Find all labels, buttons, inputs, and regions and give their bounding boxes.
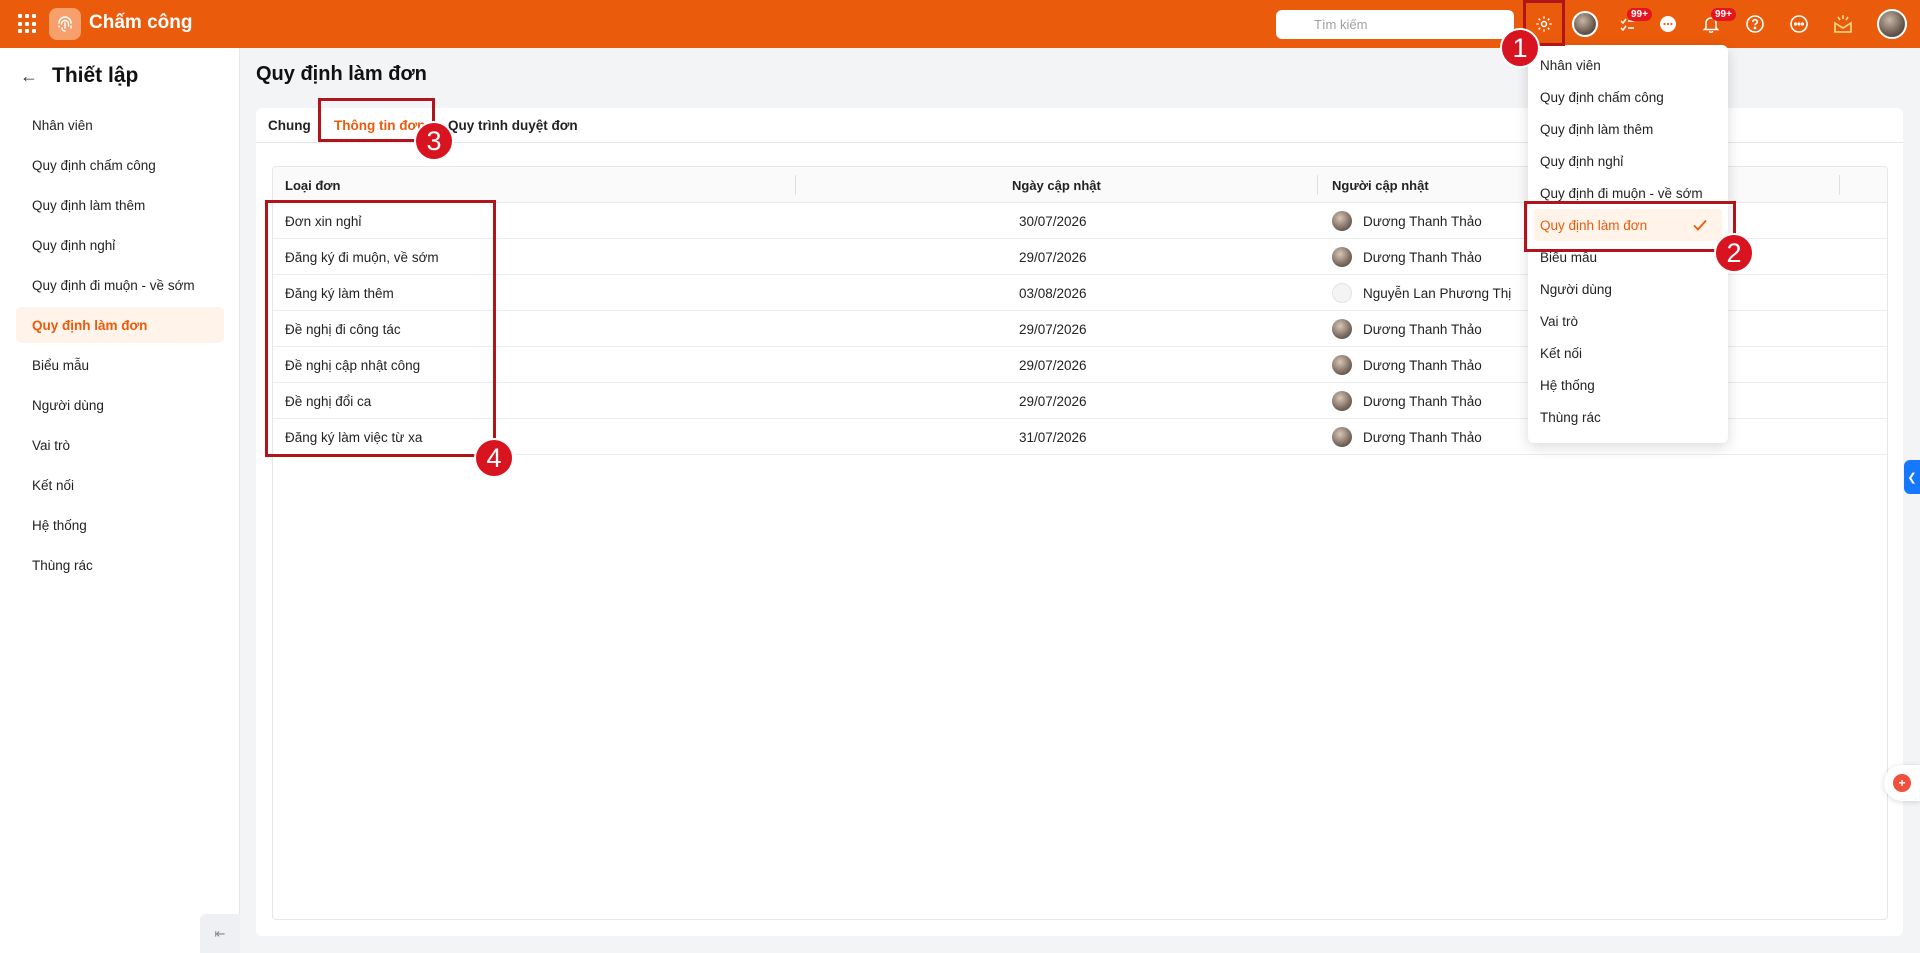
search-icon [1288,17,1302,34]
column-divider [795,175,796,195]
cell-nguoi-cap-nhat: Dương Thanh Thảo [1363,250,1482,265]
menu-item-nhan-vien[interactable]: Nhân viên [1528,49,1728,81]
cell-nguoi-cap-nhat: Dương Thanh Thảo [1363,394,1482,409]
menu-item-quy-dinh-nghi[interactable]: Quy định nghỉ [1528,145,1728,177]
cell-nguoi-cap-nhat: Dương Thanh Thảo [1363,430,1482,445]
cell-ngay-cap-nhat: 29/07/2026 [1019,250,1087,265]
annotation-number-2: 2 [1714,233,1754,273]
settings-sidebar: ← Thiết lập Nhân viên Quy định chấm công… [0,48,240,953]
chat-icon[interactable] [1654,10,1682,38]
cell-ngay-cap-nhat: 31/07/2026 [1019,430,1087,445]
apps-grid-icon[interactable] [18,14,38,34]
profile-avatar[interactable] [1877,9,1907,39]
sidebar-item-thung-rac[interactable]: Thùng rác [16,547,224,583]
app-title[interactable]: Chấm công [89,12,192,34]
tasks-badge: 99+ [1627,8,1652,21]
menu-item-thung-rac[interactable]: Thùng rác [1528,401,1728,433]
menu-item-quy-dinh-cham-cong[interactable]: Quy định chấm công [1528,81,1728,113]
menu-item-ket-noi[interactable]: Kết nối [1528,337,1728,369]
annotation-number-1: 1 [1500,28,1540,68]
sidebar-item-quy-dinh-nghi[interactable]: Quy định nghỉ [16,227,224,263]
app-logo-fingerprint-icon[interactable] [49,8,81,40]
expand-panel-chevron-icon[interactable]: ❮ [1904,460,1920,494]
cell-ngay-cap-nhat: 29/07/2026 [1019,322,1087,337]
user-avatar [1332,319,1352,339]
annotation-number-3: 3 [414,121,454,161]
sidebar-title: Thiết lập [52,64,139,87]
user-avatar [1332,391,1352,411]
cell-nguoi-cap-nhat: Nguyễn Lan Phương Thị [1363,286,1512,301]
more-options-icon[interactable] [1785,10,1813,38]
cell-ngay-cap-nhat: 03/08/2026 [1019,286,1087,301]
sidebar-item-ket-noi[interactable]: Kết nối [16,467,224,503]
menu-item-vai-tro[interactable]: Vai trò [1528,305,1728,337]
user-avatar [1332,427,1352,447]
user-avatar [1332,211,1352,231]
user-avatar [1332,283,1352,303]
column-header-loai-don[interactable]: Loại đơn [285,178,340,193]
cell-nguoi-cap-nhat: Dương Thanh Thảo [1363,322,1482,337]
column-header-nguoi-cap-nhat[interactable]: Người cập nhật [1332,178,1429,193]
floating-assistant-button[interactable]: + [1884,765,1920,801]
sidebar-item-quy-dinh-lam-don[interactable]: Quy định làm đơn [16,307,224,343]
annotation-box-4 [265,200,496,457]
sidebar-item-he-thong[interactable]: Hệ thống [16,507,224,543]
sidebar-item-quy-dinh-cham-cong[interactable]: Quy định chấm công [16,147,224,183]
search-input[interactable] [1276,10,1514,39]
cell-ngay-cap-nhat: 30/07/2026 [1019,214,1087,229]
page-title: Quy định làm đơn [256,63,427,85]
menu-item-quy-dinh-lam-them[interactable]: Quy định làm thêm [1528,113,1728,145]
cell-ngay-cap-nhat: 29/07/2026 [1019,358,1087,373]
user-avatar-small[interactable] [1572,11,1598,37]
sidebar-item-quy-dinh-di-muon-ve-som[interactable]: Quy định đi muộn - về sớm [16,267,224,303]
top-bar: Chấm công 99+ 99+ [0,0,1920,48]
back-arrow-icon[interactable]: ← [20,66,38,87]
cell-ngay-cap-nhat: 29/07/2026 [1019,394,1087,409]
annotation-box-2 [1524,201,1736,252]
column-header-ngay-cap-nhat[interactable]: Ngày cập nhật [1012,178,1101,193]
whats-new-icon[interactable] [1829,10,1857,38]
user-avatar [1332,355,1352,375]
tasks-icon[interactable]: 99+ [1613,8,1652,38]
cell-nguoi-cap-nhat: Dương Thanh Thảo [1363,214,1482,229]
sidebar-item-bieu-mau[interactable]: Biểu mẫu [16,347,224,383]
notification-bell-icon[interactable]: 99+ [1697,8,1736,38]
menu-item-he-thong[interactable]: Hệ thống [1528,369,1728,401]
help-icon[interactable] [1741,10,1769,38]
sidebar-item-nguoi-dung[interactable]: Người dùng [16,387,224,423]
annotation-number-4: 4 [474,438,514,478]
plus-icon: + [1893,774,1911,792]
sidebar-item-nhan-vien[interactable]: Nhân viên [16,107,224,143]
collapse-sidebar-icon[interactable]: ⇤ [200,914,240,953]
menu-item-nguoi-dung[interactable]: Người dùng [1528,273,1728,305]
notification-badge: 99+ [1711,8,1736,21]
column-divider [1839,175,1840,195]
tab-quy-trinh-duyet-don[interactable]: Quy trình duyệt đơn [448,118,578,133]
cell-nguoi-cap-nhat: Dương Thanh Thảo [1363,358,1482,373]
sidebar-header: ← Thiết lập [20,64,138,88]
column-divider [1317,175,1318,195]
tab-chung[interactable]: Chung [268,118,311,133]
sidebar-item-vai-tro[interactable]: Vai trò [16,427,224,463]
user-avatar [1332,247,1352,267]
sidebar-item-quy-dinh-lam-them[interactable]: Quy định làm thêm [16,187,224,223]
